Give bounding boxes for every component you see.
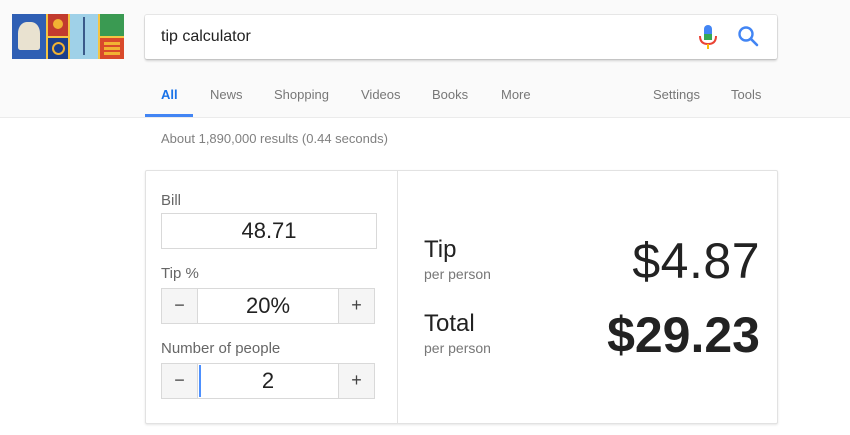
tip-percent-stepper: − 20% + [161,288,375,324]
tab-books[interactable]: Books [432,78,468,118]
card-divider [397,171,398,423]
tab-more[interactable]: More [501,78,531,118]
input-cursor [199,365,201,397]
doodle-logo[interactable] [12,14,124,59]
active-tab-indicator [145,114,193,117]
result-stats: About 1,890,000 results (0.44 seconds) [161,131,388,146]
bill-input[interactable]: 48.71 [161,213,377,249]
tip-percent-input[interactable]: 20% [199,289,337,323]
tip-increase-button[interactable]: + [338,289,374,323]
search-icon[interactable] [737,25,761,49]
people-decrease-button[interactable]: − [162,364,198,398]
search-header: tip calculator All News Shopping Videos … [0,0,850,118]
tab-settings[interactable]: Settings [653,78,700,118]
people-stepper: − 2 + [161,363,375,399]
tip-percent-label: Tip % [161,265,199,282]
microphone-icon[interactable] [697,25,719,51]
tip-title: Tip [424,236,457,263]
tab-tools[interactable]: Tools [731,78,761,118]
search-tabs: All News Shopping Videos Books More Sett… [0,78,850,118]
total-title: Total [424,310,475,337]
total-amount: $29.23 [607,307,760,363]
people-increase-button[interactable]: + [338,364,374,398]
search-box[interactable]: tip calculator [145,15,777,59]
tab-videos[interactable]: Videos [361,78,401,118]
bill-label: Bill [161,192,182,209]
tab-news[interactable]: News [210,78,243,118]
people-input[interactable]: 2 [199,364,337,398]
tip-decrease-button[interactable]: − [162,289,198,323]
tip-amount: $4.87 [632,233,760,289]
search-input[interactable]: tip calculator [161,15,251,59]
total-subtitle: per person [424,340,491,356]
people-label: Number of people [161,340,281,357]
tab-shopping[interactable]: Shopping [274,78,329,118]
tip-subtitle: per person [424,266,491,282]
tab-all[interactable]: All [161,78,178,118]
